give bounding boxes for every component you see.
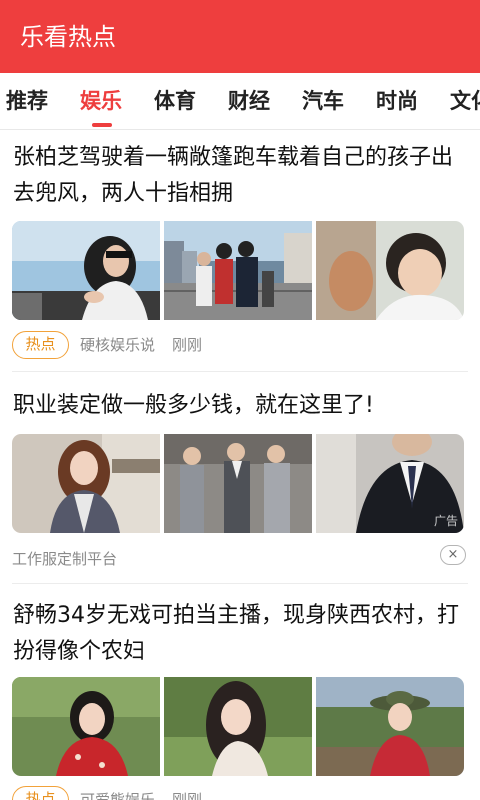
woman-red-dress-photo[interactable]	[12, 677, 160, 776]
tab-finance[interactable]: 财经	[228, 85, 270, 117]
tab-recommend[interactable]: 推荐	[6, 85, 48, 117]
article-source: 工作服定制平台	[12, 550, 118, 568]
boy-in-car-photo[interactable]	[316, 221, 464, 320]
woman-in-convertible-photo[interactable]	[12, 221, 160, 320]
article-thumbnails[interactable]	[12, 221, 464, 320]
active-tab-indicator	[92, 123, 112, 127]
news-item[interactable]: 舒畅34岁无戏可拍当主播，现身陕西农村，打扮得像个农妇 热点 可爱熊娱乐 刚刚	[0, 585, 480, 800]
article-meta: 工作服定制平台 ×	[12, 544, 468, 574]
woman-long-hair-photo[interactable]	[164, 677, 312, 776]
article-source: 可爱熊娱乐	[80, 791, 156, 800]
news-item[interactable]: 职业装定做一般多少钱，就在这里了! 广告 工作服定制平台 ×	[0, 372, 480, 585]
article-source: 硬核娱乐说	[80, 336, 156, 354]
men-in-grey-suits-photo[interactable]	[164, 434, 312, 533]
tab-sports[interactable]: 体育	[154, 85, 196, 117]
tab-entertainment[interactable]: 娱乐	[80, 85, 122, 117]
man-in-black-suit-photo[interactable]: 广告	[316, 434, 464, 533]
news-item[interactable]: 张柏芝驾驶着一辆敞篷跑车载着自己的孩子出去兜风，两人十指相拥 热点 硬核娱乐说 …	[0, 130, 480, 372]
article-time: 刚刚	[172, 791, 203, 800]
app-title: 乐看热点	[20, 23, 116, 51]
hot-badge: 热点	[12, 331, 69, 359]
article-thumbnails[interactable]	[12, 677, 464, 776]
dismiss-icon[interactable]: ×	[440, 545, 466, 565]
article-title[interactable]: 舒畅34岁无戏可拍当主播，现身陕西农村，打扮得像个农妇	[13, 598, 467, 670]
article-meta: 热点 可爱熊娱乐 刚刚	[12, 785, 468, 800]
woman-in-plaid-suit-photo[interactable]	[12, 434, 160, 533]
ad-label: 广告	[433, 514, 458, 528]
category-tabbar: 推荐 娱乐 体育 财经 汽车 时尚 文化	[0, 73, 480, 130]
group-on-rooftop-photo[interactable]	[164, 221, 312, 320]
article-title[interactable]: 张柏芝驾驶着一辆敞篷跑车载着自己的孩子出去兜风，两人十指相拥	[13, 140, 467, 212]
hot-badge: 热点	[12, 786, 69, 800]
app-header: 乐看热点	[0, 0, 480, 73]
article-thumbnails[interactable]: 广告	[12, 434, 464, 533]
woman-in-hat-photo[interactable]	[316, 677, 464, 776]
article-meta: 热点 硬核娱乐说 刚刚	[12, 330, 468, 360]
divider	[12, 583, 468, 584]
tab-culture[interactable]: 文化	[450, 85, 480, 117]
article-time: 刚刚	[172, 336, 203, 354]
article-title[interactable]: 职业装定做一般多少钱，就在这里了!	[13, 388, 467, 424]
tab-auto[interactable]: 汽车	[302, 85, 344, 117]
tab-fashion[interactable]: 时尚	[376, 85, 418, 117]
